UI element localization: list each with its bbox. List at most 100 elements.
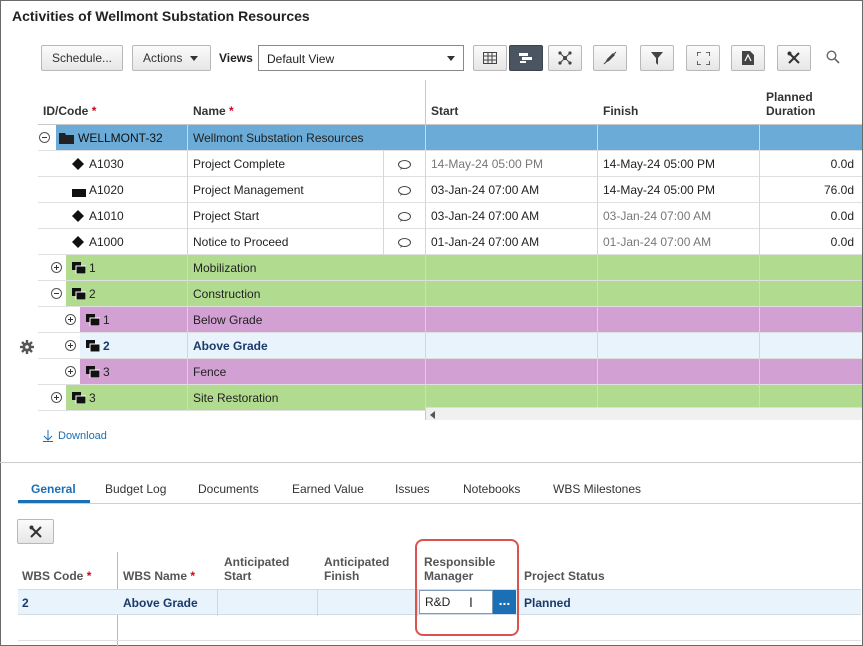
comment-icon[interactable] [398, 211, 411, 225]
detail-header-anticipated-finish[interactable]: Anticipated Finish [324, 555, 389, 583]
filter-button[interactable] [640, 45, 674, 71]
detail-header-wbs-name[interactable]: WBS Name * [123, 569, 195, 583]
cell-divider [187, 307, 188, 333]
table-row[interactable]: A1030 Project Complete 14-May-24 05:00 PM 1… [38, 151, 862, 177]
table-row[interactable]: 1 Below Grade [38, 307, 862, 333]
cell-divider [383, 203, 384, 229]
row-name: Project Management [193, 183, 304, 197]
detail-header-wbs-code[interactable]: WBS Code * [22, 569, 91, 583]
tab-earned-value[interactable]: Earned Value [292, 482, 364, 496]
row-id: 2 [103, 339, 110, 353]
expand-icon[interactable] [51, 392, 62, 403]
cell-divider [187, 177, 188, 203]
expand-icon[interactable] [65, 366, 76, 377]
row-id: A1000 [89, 235, 124, 249]
expand-icon[interactable] [51, 262, 62, 273]
cell-divider [597, 333, 598, 359]
actions-button[interactable]: Actions [132, 45, 211, 71]
table-row[interactable]: A1020 Project Management 03-Jan-24 07:00 A… [38, 177, 862, 203]
cell-divider [425, 203, 426, 229]
cell-divider [425, 359, 426, 385]
search-button[interactable] [826, 50, 840, 64]
table-row[interactable]: 3 Fence [38, 359, 862, 385]
cell-divider [317, 590, 318, 616]
cell-divider [597, 307, 598, 333]
wbs-icon [72, 288, 87, 303]
column-header-planned-duration[interactable]: Planned Duration [766, 90, 815, 118]
cell-divider [759, 255, 760, 281]
row-id: A1030 [89, 157, 124, 171]
horizontal-scrollbar[interactable] [426, 407, 862, 420]
row-name: Project Start [193, 209, 260, 223]
column-header-start[interactable]: Start [431, 104, 458, 118]
actions-label: Actions [143, 51, 183, 65]
section-divider [0, 462, 861, 463]
cell-divider [759, 333, 760, 359]
collapse-icon[interactable] [51, 288, 62, 299]
table-row[interactable]: A1010 Project Start 03-Jan-24 07:00 AM 03-J… [38, 203, 862, 229]
schedule-button[interactable]: Schedule... [41, 45, 123, 71]
expand-icon[interactable] [65, 340, 76, 351]
table-view-button[interactable] [473, 45, 507, 71]
row-name: Mobilization [193, 261, 257, 275]
detail-header-project-status[interactable]: Project Status [524, 569, 605, 583]
expand-icon[interactable] [65, 314, 76, 325]
cell-divider [187, 255, 188, 281]
detail-header-anticipated-start[interactable]: Anticipated Start [224, 555, 289, 583]
expand-icon [696, 51, 710, 65]
table-row[interactable]: 2 Above Grade [38, 333, 862, 359]
download-link[interactable]: Download [43, 430, 107, 442]
tab-budget-log[interactable]: Budget Log [105, 482, 166, 496]
scroll-left-icon[interactable] [430, 411, 435, 419]
detail-wbs-name: Above Grade [123, 596, 198, 610]
export-pdf-button[interactable] [731, 45, 765, 71]
cell-divider [425, 151, 426, 177]
wbs-icon [86, 314, 101, 329]
focus-highlight [415, 539, 519, 636]
milestone-icon [72, 158, 84, 173]
pdf-icon [742, 51, 754, 65]
table-row[interactable]: 1 Mobilization [38, 255, 862, 281]
column-header-id[interactable]: ID/Code * [43, 104, 96, 118]
comment-icon[interactable] [398, 159, 411, 173]
fullscreen-button[interactable] [686, 45, 720, 71]
tab-notebooks[interactable]: Notebooks [463, 482, 520, 496]
tools-button[interactable] [777, 45, 811, 71]
collapse-icon[interactable] [39, 132, 50, 143]
row-start: 03-Jan-24 07:00 AM [431, 183, 540, 197]
table-row[interactable]: A1000 Notice to Proceed 01-Jan-24 07:00 AM… [38, 229, 862, 255]
row-settings-button[interactable] [20, 340, 34, 354]
page-title: Activities of Wellmont Substation Resour… [12, 8, 310, 24]
column-header-name[interactable]: Name * [193, 104, 234, 118]
comment-icon[interactable] [398, 185, 411, 199]
search-icon [826, 50, 840, 64]
tab-issues[interactable]: Issues [395, 482, 430, 496]
view-select[interactable]: Default View [258, 45, 464, 71]
detail-tools-button[interactable] [17, 519, 54, 544]
row-background [66, 281, 862, 306]
table-row[interactable]: 2 Construction [38, 281, 862, 307]
tab-documents[interactable]: Documents [198, 482, 259, 496]
gantt-icon [519, 53, 532, 63]
tab-general[interactable]: General [31, 482, 76, 496]
cell-divider [597, 177, 598, 203]
row-background [66, 255, 862, 280]
network-view-button[interactable] [548, 45, 582, 71]
cell-divider [597, 229, 598, 255]
gantt-view-button[interactable] [509, 45, 543, 71]
row-id: 3 [89, 391, 96, 405]
row-name: Fence [193, 365, 227, 379]
comment-icon[interactable] [398, 237, 411, 251]
chevron-down-icon [190, 55, 199, 61]
row-finish: 14-May-24 05:00 PM [603, 157, 716, 171]
cell-divider [597, 281, 598, 307]
column-header-finish[interactable]: Finish [603, 104, 638, 118]
tab-wbs-milestones[interactable]: WBS Milestones [553, 482, 641, 496]
cell-divider [597, 255, 598, 281]
edit-button[interactable] [593, 45, 627, 71]
table-row[interactable]: WELLMONT-32 Wellmont Substation Resources [38, 125, 862, 151]
milestone-icon [72, 236, 84, 251]
cell-divider [597, 151, 598, 177]
cell-divider [187, 281, 188, 307]
wbs-icon [72, 262, 87, 277]
